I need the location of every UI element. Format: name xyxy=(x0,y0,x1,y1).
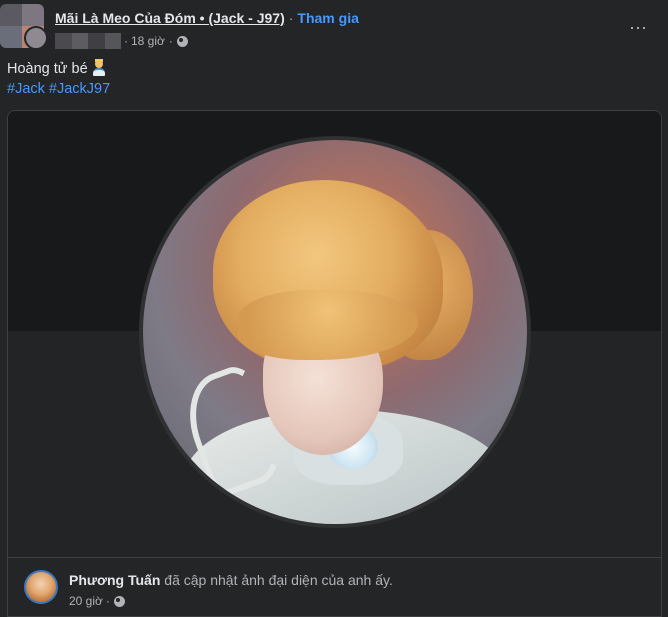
facebook-post: Mãi Là Meo Của Đóm • (Jack - J97) · Tham g… xyxy=(0,0,668,617)
join-group-link[interactable]: Tham gia xyxy=(297,10,358,26)
post-header: Mãi Là Meo Của Đóm • (Jack - J97) · Tham g… xyxy=(0,0,668,56)
more-options-button[interactable]: ⋯ xyxy=(624,14,652,42)
caption-text: Hoàng tử bé xyxy=(7,61,88,77)
shared-author-avatar[interactable] xyxy=(24,570,58,604)
shared-time-link[interactable]: 20 giờ xyxy=(69,594,103,608)
post-title-line: Mãi Là Meo Của Đóm • (Jack - J97) · Tham g… xyxy=(55,10,359,26)
shared-meta: 20 giờ · xyxy=(69,594,125,608)
hashtag-link[interactable]: #JackJ97 xyxy=(49,81,110,97)
hashtag-list: #Jack #JackJ97 xyxy=(7,79,110,99)
shared-profile-update-card[interactable]: Phương Tuấn đã cập nhật ảnh đại diện của… xyxy=(7,110,662,617)
activity-text: đã cập nhật ảnh đại diện của anh ấy. xyxy=(164,572,393,588)
activity-line: Phương Tuấn đã cập nhật ảnh đại diện của… xyxy=(69,572,393,588)
title-separator: · xyxy=(288,10,294,26)
meta-separator-2: · xyxy=(168,34,173,48)
prince-emoji-icon xyxy=(91,59,107,76)
author-avatar[interactable] xyxy=(24,26,48,50)
globe-icon xyxy=(113,595,125,607)
post-meta: · 18 giờ · xyxy=(55,33,188,49)
post-caption: Hoàng tử bé #Jack #JackJ97 xyxy=(7,59,110,99)
hashtag-link[interactable]: #Jack xyxy=(7,81,45,97)
post-time-link[interactable]: 18 giờ xyxy=(131,34,165,48)
meta-separator: · xyxy=(124,34,128,48)
more-horizontal-icon: ⋯ xyxy=(629,17,647,38)
group-name-link[interactable]: Mãi Là Meo Của Đóm • (Jack - J97) xyxy=(55,10,285,26)
shared-meta-separator: · xyxy=(105,594,110,608)
globe-icon xyxy=(176,35,188,47)
profile-update-footer: Phương Tuấn đã cập nhật ảnh đại diện của… xyxy=(8,557,661,616)
blurred-author-name[interactable] xyxy=(55,33,121,49)
shared-author-name-link[interactable]: Phương Tuấn xyxy=(69,572,160,588)
profile-photo[interactable] xyxy=(139,136,531,528)
